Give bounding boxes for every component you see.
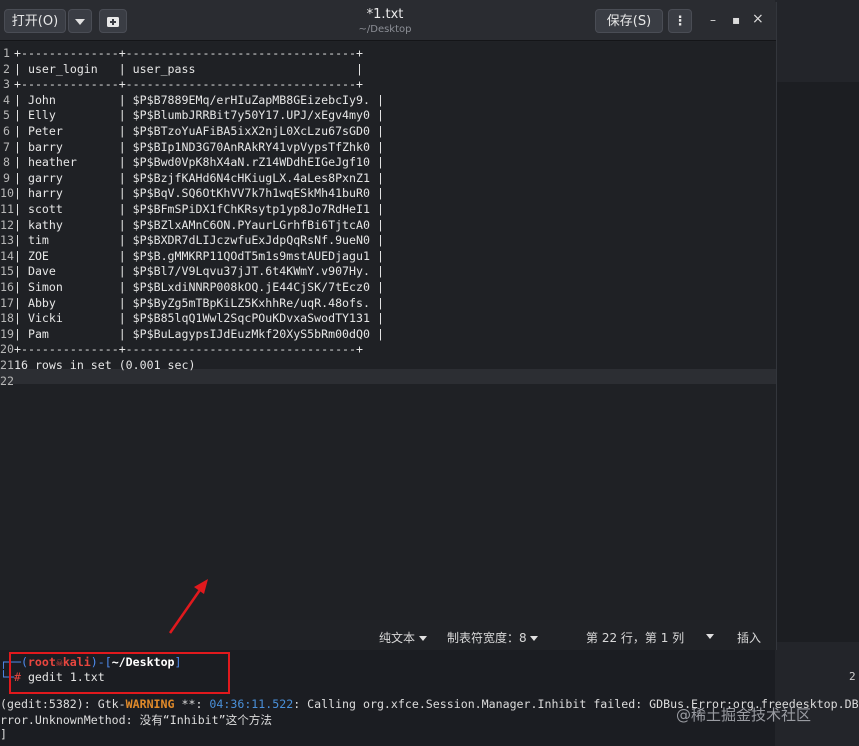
line-text: | scott | $P$BFmSPiDX1fChKRsytp1yp8Jo7Rd… xyxy=(14,202,384,216)
line-text: 16 rows in set (0.001 sec) xyxy=(14,358,196,372)
open-button[interactable]: 打开(O) xyxy=(4,9,66,33)
line-number: 3 xyxy=(3,77,10,92)
line-text: | Elly | $P$BlumbJRRBit7y50Y17.UPJ/xEgv4… xyxy=(14,108,384,123)
editor-line[interactable]: 22 xyxy=(0,374,14,390)
kebab-menu-icon: ⋮ xyxy=(673,14,687,29)
editor-line[interactable]: 5 | Elly | $P$BlumbJRRBit7y50Y17.UPJ/xEgv… xyxy=(0,108,384,124)
line-number: 12 xyxy=(0,217,14,232)
line-text: | Pam | $P$BuLagypsIJdEuzMkf20XyS5bRm00d… xyxy=(14,326,384,341)
editor-line[interactable]: 17| Abby | $P$ByZg5mTBpKiLZ5KxhhRe/uqR.4… xyxy=(0,296,384,312)
cursor-position[interactable]: 第 22 行，第 1 列 xyxy=(586,629,684,646)
status-bar: 纯文本 制表符宽度：8 第 22 行，第 1 列 插入 xyxy=(0,622,776,650)
line-text: | John | $P$B7889EMq/erHIuZapMB8GEizebcI… xyxy=(14,92,384,107)
line-text xyxy=(10,374,14,388)
line-text: | barry | $P$BIp1ND3G70AnRAkRY41vpVypsTf… xyxy=(14,139,384,154)
editor-line[interactable]: 12| kathy | $P$BZlxAMnC6ON.PYaurLGrhfBi6… xyxy=(0,218,384,234)
line-text: | user_login | user_pass | xyxy=(14,61,364,76)
new-document-button[interactable] xyxy=(99,9,127,33)
line-text: | kathy | $P$BZlxAMnC6ON.PYaurLGrhfBi6Tj… xyxy=(14,217,384,232)
cursor-line: ] xyxy=(0,727,7,741)
line-text: | Peter | $P$BTzoYuAFiBA5ixX2njL0XcLzu67… xyxy=(14,124,384,138)
editor-line[interactable]: 15| Dave | $P$Bl7/V9Lqvu37jJT.6t4KWmY.v9… xyxy=(0,264,384,280)
line-number: 10 xyxy=(0,186,14,201)
editor-line[interactable]: 10| harry | $P$BqV.SQ6OtKhVV7k7h1wqESkMh… xyxy=(0,186,384,202)
document-title: *1.txt xyxy=(366,7,404,22)
gedit-window: 打开(O) *1.txt ~/Desktop 保存(S) ⋮ – ▪ × 1 +-… xyxy=(0,2,777,650)
editor-line[interactable]: 14| ZOE | $P$B.gMMKRP11QOdT5m1s9mstAUEDj… xyxy=(0,249,384,265)
watermark: @稀土掘金技术社区 xyxy=(676,706,812,724)
document-path: ~/Desktop xyxy=(358,24,412,35)
line-number: 11 xyxy=(0,202,14,216)
editor-line[interactable]: 7 | barry | $P$BIp1ND3G70AnRAkRY41vpVypsT… xyxy=(0,140,384,156)
line-number: 22 xyxy=(0,373,14,388)
line-text: | tim | $P$BXDR7dLIJczwfuExJdpQqRsNf.9ue… xyxy=(14,233,384,248)
line-number: 19 xyxy=(0,326,14,341)
close-button[interactable]: × xyxy=(752,11,764,27)
line-number: 4 xyxy=(3,92,10,107)
editor-line[interactable]: 6 | Peter | $P$BTzoYuAFiBA5ixX2njL0XcLzu6… xyxy=(0,124,384,140)
background-panel xyxy=(775,0,859,746)
editor-line[interactable]: 11| scott | $P$BFmSPiDX1fChKRsytp1yp8Jo7… xyxy=(0,202,384,218)
line-text: | Simon | $P$BLxdiNNRP008kOQ.jE44CjSK/7t… xyxy=(14,280,384,294)
line-number: 13 xyxy=(0,233,14,248)
new-tab-icon xyxy=(107,16,119,27)
error-line: rror.UnknownMethod: 没有“Inhibit”这个方法 xyxy=(0,713,272,727)
language-selector[interactable]: 纯文本 xyxy=(379,629,427,646)
chevron-down-icon xyxy=(75,18,85,25)
chevron-down-icon xyxy=(706,634,714,639)
editor-line[interactable]: 1 +--------------+-----------------------… xyxy=(0,46,363,62)
menu-button[interactable]: ⋮ xyxy=(668,9,692,33)
line-number: 8 xyxy=(3,155,10,170)
open-dropdown-button[interactable] xyxy=(68,9,92,33)
line-number: 16 xyxy=(0,280,14,294)
chevron-down-icon xyxy=(418,636,427,641)
line-text: | Vicki | $P$B85lqQ1Wwl2SqcPOuKDvxaSwodT… xyxy=(14,311,384,326)
line-text: +--------------+------------------------… xyxy=(14,77,364,92)
line-number: 14 xyxy=(0,248,14,263)
line-number: 7 xyxy=(3,139,10,154)
line-text: | heather | $P$Bwd0VpK8hX4aN.rZ14WDdhEIG… xyxy=(14,155,384,170)
line-number: 2 xyxy=(3,61,10,76)
editor-line[interactable]: 19| Pam | $P$BuLagypsIJdEuzMkf20XyS5bRm0… xyxy=(0,327,384,343)
annotation-arrow xyxy=(168,579,208,634)
tab-width-selector[interactable]: 制表符宽度：8 xyxy=(447,629,539,646)
editor-line[interactable]: 3 +--------------+-----------------------… xyxy=(0,77,363,93)
line-number: 20 xyxy=(0,342,14,357)
line-number: 6 xyxy=(3,124,10,138)
position-dropdown[interactable] xyxy=(706,629,714,643)
line-text: | Dave | $P$Bl7/V9Lqvu37jJT.6t4KWmY.v907… xyxy=(14,264,384,279)
line-text: +--------------+------------------------… xyxy=(14,342,364,357)
terminal-column-number: 2 xyxy=(849,670,856,683)
maximize-button[interactable]: ▪ xyxy=(732,13,740,27)
editor-line[interactable]: 4 | John | $P$B7889EMq/erHIuZapMB8GEizebc… xyxy=(0,93,384,109)
line-number: 21 xyxy=(0,358,14,372)
line-text: | harry | $P$BqV.SQ6OtKhVV7k7h1wqESkMh41… xyxy=(14,186,384,201)
line-number: 17 xyxy=(0,295,14,310)
line-number: 18 xyxy=(0,311,14,326)
line-text: +--------------+------------------------… xyxy=(14,46,364,60)
editor-line[interactable]: 13| tim | $P$BXDR7dLIJczwfuExJdpQqRsNf.9… xyxy=(0,233,384,249)
editor-line[interactable]: 18| Vicki | $P$B85lqQ1Wwl2SqcPOuKDvxaSwo… xyxy=(0,311,384,327)
line-number: 5 xyxy=(3,108,10,123)
line-text: | Abby | $P$ByZg5mTBpKiLZ5KxhhRe/uqR.48o… xyxy=(14,295,384,310)
editor-line[interactable]: 2 | user_login | user_pass | xyxy=(0,62,363,78)
line-number: 15 xyxy=(0,264,14,279)
line-text: | ZOE | $P$B.gMMKRP11QOdT5m1s9mstAUEDjag… xyxy=(14,248,384,263)
line-number: 9 xyxy=(3,170,10,185)
line-number: 1 xyxy=(3,46,10,60)
editor-line[interactable]: 16| Simon | $P$BLxdiNNRP008kOQ.jE44CjSK/… xyxy=(0,280,384,296)
insert-mode[interactable]: 插入 xyxy=(737,629,761,646)
minimize-button[interactable]: – xyxy=(710,13,716,27)
annotation-highlight-box xyxy=(9,652,230,694)
line-text: | garry | $P$BzjfKAHd6N4cHKiugLX.4aLes8P… xyxy=(14,170,384,185)
header-bar: 打开(O) *1.txt ~/Desktop 保存(S) ⋮ – ▪ × xyxy=(0,2,776,41)
editor-line[interactable]: 2116 rows in set (0.001 sec) xyxy=(0,358,195,374)
editor-line[interactable]: 8 | heather | $P$Bwd0VpK8hX4aN.rZ14WDdhEI… xyxy=(0,155,384,171)
editor-line[interactable]: 9 | garry | $P$BzjfKAHd6N4cHKiugLX.4aLes8… xyxy=(0,171,384,187)
text-editor[interactable]: 1 +--------------+-----------------------… xyxy=(0,42,776,620)
editor-line[interactable]: 20+--------------+----------------------… xyxy=(0,342,363,358)
save-button[interactable]: 保存(S) xyxy=(595,9,663,33)
chevron-down-icon xyxy=(530,636,539,641)
